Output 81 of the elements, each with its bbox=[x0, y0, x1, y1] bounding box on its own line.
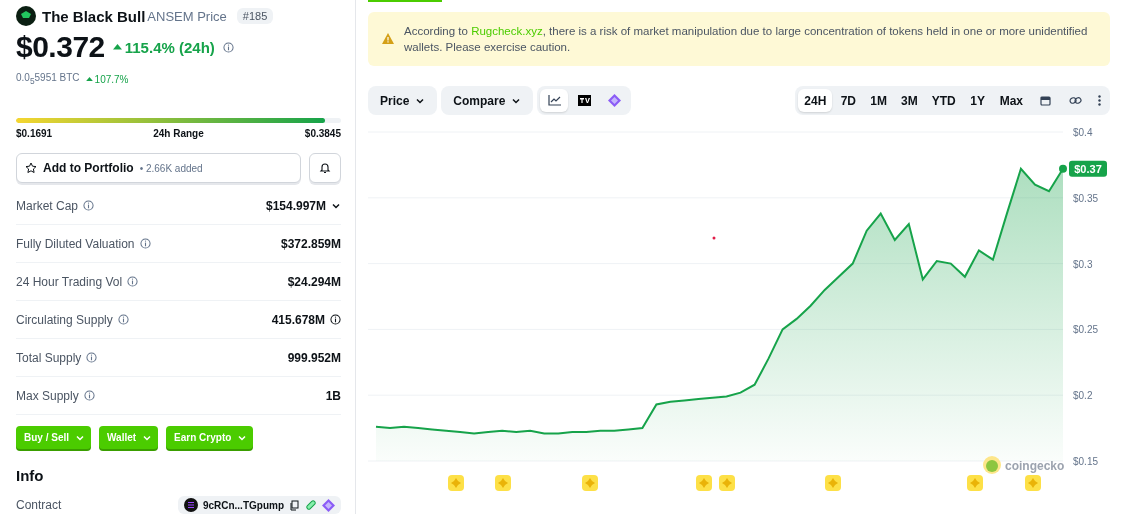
range-tab[interactable]: Max bbox=[993, 89, 1029, 112]
coin-logo bbox=[16, 6, 36, 26]
line-chart-icon bbox=[547, 95, 561, 106]
event-icon[interactable] bbox=[495, 475, 511, 491]
event-icon[interactable] bbox=[582, 475, 598, 491]
stat-label: 24 Hour Trading Vol bbox=[16, 274, 123, 289]
solana-icon bbox=[183, 498, 198, 512]
stat-value: $154.997M bbox=[265, 198, 326, 213]
contract-label: Contract bbox=[16, 498, 62, 512]
range-tab[interactable]: 24H bbox=[798, 89, 833, 112]
portfolio-count: • 2.66K added bbox=[139, 162, 203, 174]
coin-subtitle: ANSEM Price bbox=[147, 8, 227, 24]
stat-value: 999.952M bbox=[287, 350, 341, 365]
stat-value: $372.859M bbox=[280, 236, 341, 251]
range-tab[interactable]: 1M bbox=[864, 89, 893, 112]
event-icon[interactable] bbox=[1025, 475, 1041, 491]
btc-change: 107.7% bbox=[85, 73, 129, 85]
coin-name: The Black Bull bbox=[42, 7, 146, 25]
link-icon bbox=[1068, 95, 1082, 106]
star-icon bbox=[25, 162, 37, 174]
range-tab[interactable]: 3M bbox=[895, 89, 924, 112]
up-triangle-icon bbox=[112, 44, 122, 50]
info-icon bbox=[127, 276, 139, 287]
calendar-icon bbox=[1039, 95, 1051, 106]
bell-icon bbox=[319, 162, 331, 174]
coin-price: $0.372 bbox=[16, 30, 105, 64]
event-icon[interactable] bbox=[967, 475, 983, 491]
alert-button[interactable] bbox=[309, 153, 341, 183]
coingecko-logo-icon bbox=[983, 456, 1001, 474]
stat-label: Circulating Supply bbox=[16, 312, 113, 327]
current-point bbox=[1059, 164, 1067, 173]
stat-label: Market Cap bbox=[16, 198, 79, 213]
chart-dropdown[interactable]: Price bbox=[368, 86, 438, 115]
info-icon bbox=[86, 352, 98, 363]
axis-label: $0.2 bbox=[1073, 390, 1093, 402]
contract-address: 9cRCn...TGpump bbox=[202, 499, 284, 511]
tradingview-logo-icon bbox=[577, 95, 591, 106]
stat-label: Total Supply bbox=[16, 350, 82, 365]
copy-icon[interactable] bbox=[289, 499, 300, 511]
chart-dropdown[interactable]: Compare bbox=[441, 86, 534, 115]
warning-icon bbox=[382, 33, 394, 44]
stat-value: $24.294M bbox=[287, 274, 341, 289]
watermark: coingecko bbox=[1005, 459, 1065, 473]
price-change: 115.4% (24h) bbox=[112, 38, 215, 56]
info-icon bbox=[83, 200, 95, 211]
stat-value: 1B bbox=[325, 388, 341, 403]
event-icon[interactable] bbox=[448, 475, 464, 491]
btc-price: 0.0$_{5}$5951 BTC bbox=[16, 72, 80, 86]
range-label: 24h Range bbox=[153, 128, 204, 139]
gem-icon bbox=[607, 94, 621, 107]
price-tag: $0.37 bbox=[1069, 160, 1107, 177]
stat-label: Fully Diluted Valuation bbox=[16, 236, 135, 251]
event-icon[interactable] bbox=[719, 475, 735, 491]
info-icon bbox=[83, 390, 95, 401]
range-low: $0.1691 bbox=[16, 128, 53, 139]
axis-label: $0.15 bbox=[1073, 456, 1099, 467]
axis-label: $0.35 bbox=[1073, 192, 1099, 204]
info-icon bbox=[117, 314, 129, 325]
range-tab[interactable]: YTD bbox=[925, 89, 962, 112]
axis-label: $0.25 bbox=[1073, 324, 1099, 336]
axis-label: $0.4 bbox=[1073, 127, 1093, 138]
gem-icon bbox=[322, 498, 335, 512]
more-icon bbox=[1097, 95, 1101, 106]
contract-chip[interactable]: 9cRCn...TGpump bbox=[177, 496, 341, 514]
stat-label: Max Supply bbox=[16, 388, 79, 403]
info-icon bbox=[222, 41, 234, 53]
pill-icon[interactable] bbox=[305, 499, 317, 511]
rank-badge: #185 bbox=[236, 8, 274, 24]
section-title: Info bbox=[16, 467, 45, 484]
add-to-portfolio-button[interactable]: Add to Portfolio • 2.66K added bbox=[16, 153, 301, 183]
event-icon[interactable] bbox=[696, 475, 712, 491]
range-high: $0.3845 bbox=[304, 128, 341, 139]
warning-text: According to Rugcheck.xyz, there is a risk of market manipulation due to large concentration of tokens held in one or more unidentified wallets. Please exercise caution. bbox=[404, 24, 1089, 55]
axis-label: $0.3 bbox=[1073, 258, 1093, 270]
range-tab[interactable]: 7D bbox=[834, 89, 863, 112]
stat-value: 415.678M bbox=[271, 312, 325, 327]
up-triangle-icon bbox=[85, 76, 93, 82]
range-tab[interactable]: 1Y bbox=[963, 89, 992, 112]
event-icon[interactable] bbox=[825, 475, 841, 491]
info-icon bbox=[139, 238, 151, 249]
marker-dot bbox=[712, 236, 716, 240]
